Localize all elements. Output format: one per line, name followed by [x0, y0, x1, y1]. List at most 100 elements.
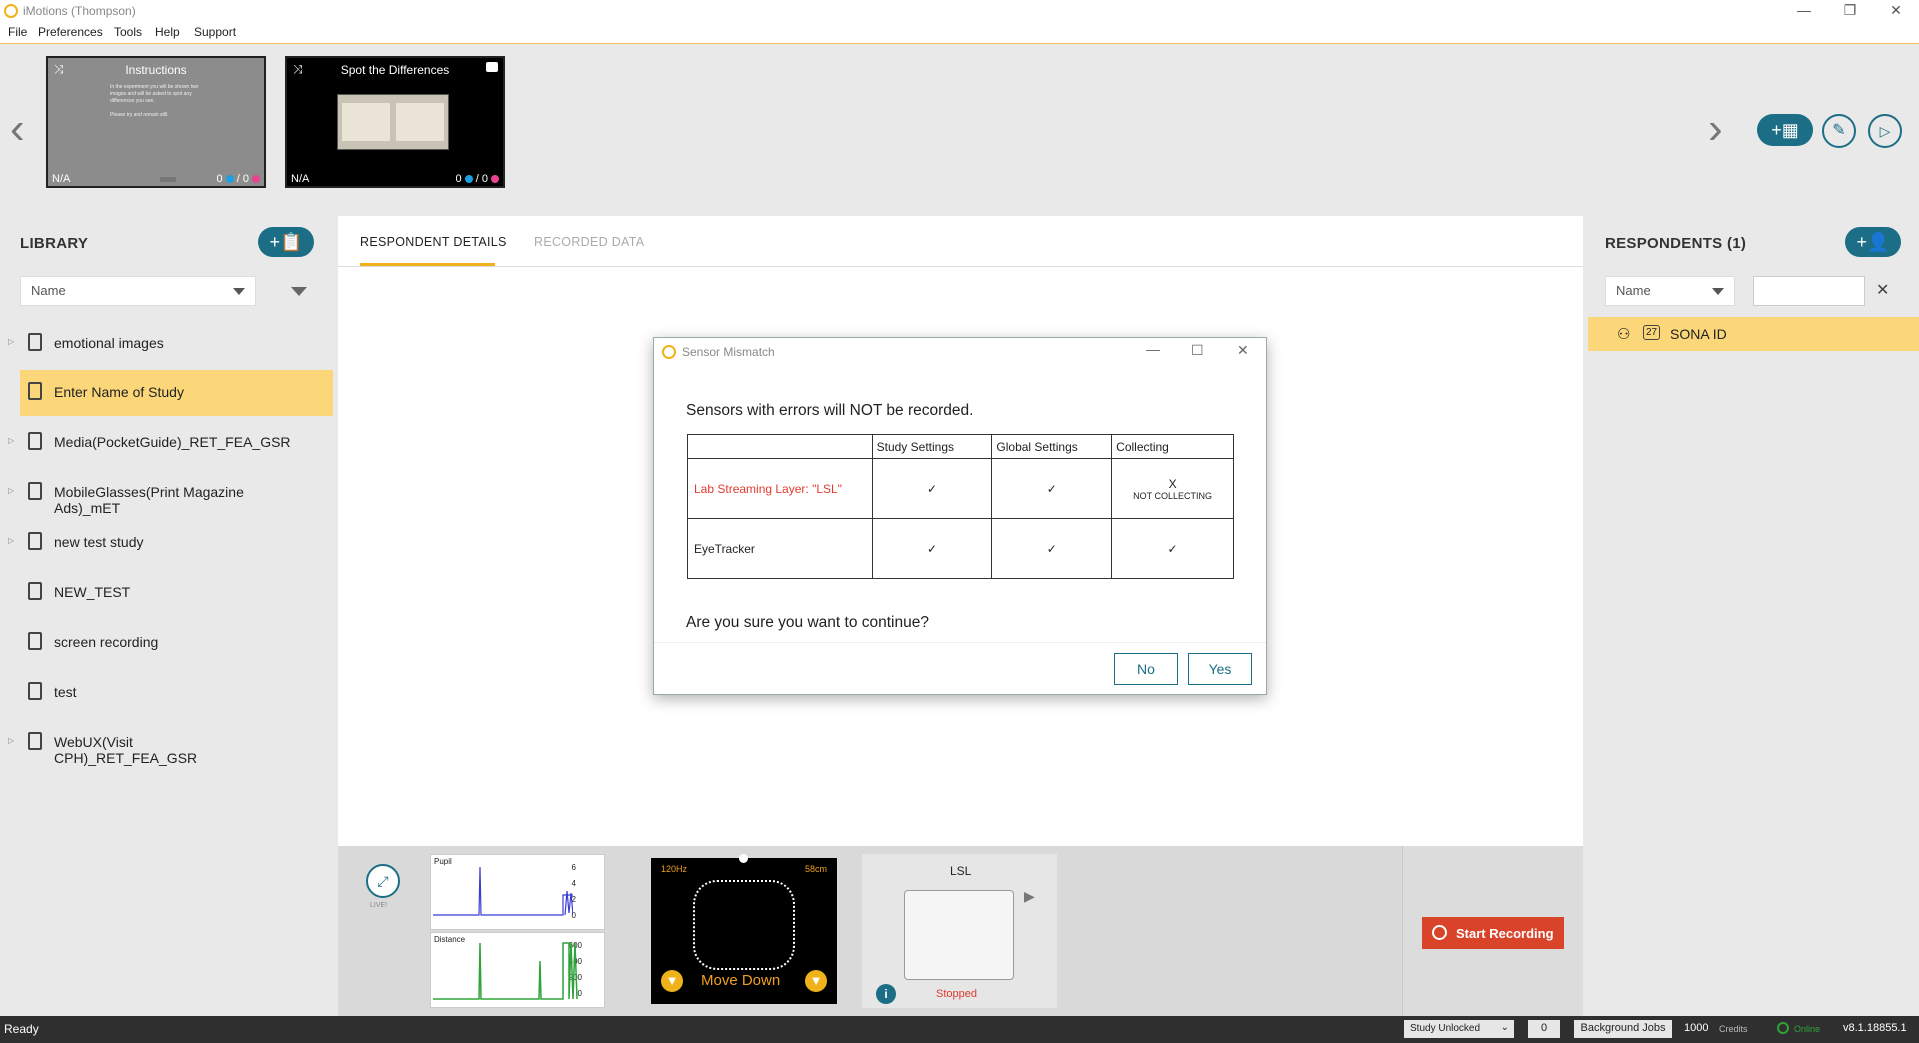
respondent-row[interactable]: ⚇ 27 SONA ID — [1588, 317, 1919, 351]
add-stimulus-button[interactable]: +▦ — [1757, 114, 1813, 146]
eye-distance: 58cm — [804, 864, 827, 874]
next-arrow-icon[interactable]: › — [1708, 104, 1723, 154]
expand-live-icon[interactable]: ⤢ — [366, 864, 400, 898]
count-b: 0 — [242, 173, 249, 185]
clipboard-icon — [28, 682, 42, 700]
column-header: Study Settings — [871, 434, 993, 459]
head-box-icon — [693, 880, 795, 970]
library-item-label: MobileGlasses(Print Magazine Ads)_mET — [54, 484, 244, 516]
restore-button[interactable]: ❐ — [1827, 0, 1873, 22]
play-icon[interactable]: ▷ — [1868, 114, 1902, 148]
preview-picture-right — [396, 103, 444, 141]
menu-help[interactable]: Help — [155, 25, 180, 39]
count-sep: / — [236, 173, 240, 185]
info-icon[interactable]: i — [876, 984, 896, 1004]
sensor-table: Study Settings Global Settings Collectin… — [687, 434, 1234, 579]
count-b: 0 — [481, 173, 488, 185]
live-label: LIVE! — [370, 902, 388, 909]
dialog-question: Are you sure you want to continue? — [686, 614, 929, 631]
sort-direction-icon[interactable] — [291, 287, 307, 296]
dialog-minimize-button[interactable]: — — [1146, 341, 1160, 357]
study-state-value: Study Unlocked — [1410, 1023, 1481, 1034]
menu-file[interactable]: File — [8, 25, 27, 39]
status-text: Ready — [4, 1022, 39, 1036]
preview-line: In the experiment you will be shown two — [110, 84, 199, 90]
slide-na-label: N/A — [291, 173, 310, 185]
eye-rate: 120Hz — [661, 864, 688, 874]
library-item[interactable]: screen recording — [0, 620, 272, 666]
no-button[interactable]: No — [1114, 653, 1178, 685]
expand-arrow-icon[interactable]: ▷ — [8, 436, 14, 445]
expand-arrow-icon[interactable]: ▷ — [8, 536, 14, 545]
library-item[interactable]: ▷ MobileGlasses(Print Magazine Ads)_mET — [0, 470, 272, 516]
edit-icon[interactable]: ✎ — [1822, 114, 1856, 148]
library-item-selected[interactable]: Enter Name of Study — [20, 370, 333, 416]
chevron-down-icon — [233, 288, 245, 295]
library-item-label: Media(PocketGuide)_RET_FEA_GSR — [54, 434, 291, 450]
clipboard-icon — [28, 532, 42, 550]
previous-arrow-icon[interactable]: ‹ — [10, 104, 25, 154]
clear-search-icon[interactable]: ✕ — [1876, 280, 1889, 300]
expand-arrow-icon[interactable]: ▷ — [8, 337, 14, 346]
dialog-titlebar: Sensor Mismatch — ☐ ✕ — [654, 338, 1266, 366]
add-respondent-button[interactable]: +👤 — [1845, 227, 1901, 257]
count-a: 0 — [455, 173, 462, 185]
add-study-button[interactable]: +📋 — [258, 227, 314, 257]
slide-spot-differences[interactable]: ⤨ Spot the Differences N/A 0 / 0 — [285, 56, 505, 188]
collecting-cell: X NOT COLLECTING — [1111, 458, 1234, 519]
expand-arrow-icon[interactable]: ▷ — [8, 736, 14, 745]
yes-button[interactable]: Yes — [1188, 653, 1252, 685]
pupil-chart: Pupil 6 4 2 0 — [430, 854, 605, 930]
chevron-down-icon — [1712, 288, 1724, 295]
library-item[interactable]: ▷ emotional images — [0, 321, 272, 367]
library-item[interactable]: ▷ WebUX(Visit CPH)_RET_FEA_GSR — [0, 720, 272, 766]
distance-chart: Distance 600 400 200 0 — [430, 932, 605, 1008]
dialog-maximize-button[interactable]: ☐ — [1191, 342, 1204, 359]
tab-recorded-data[interactable]: RECORDED DATA — [534, 235, 644, 249]
app-logo-icon — [4, 4, 18, 18]
start-recording-label: Start Recording — [1456, 926, 1554, 941]
library-item[interactable]: NEW_TEST — [0, 570, 272, 616]
library-item[interactable]: ▷ Media(PocketGuide)_RET_FEA_GSR — [0, 420, 291, 466]
respondents-heading: RESPONDENTS (1) — [1605, 235, 1747, 252]
active-tab-indicator — [360, 263, 495, 266]
credits-count: 1000 — [1684, 1022, 1709, 1034]
eye-dot-icon — [464, 175, 473, 184]
menu-tools[interactable]: Tools — [114, 25, 142, 39]
right-eye-icon: ▼ — [805, 970, 827, 992]
online-label: Online — [1794, 1024, 1821, 1034]
eye-dot-icon — [225, 175, 234, 184]
sensor-bar: ⤢ LIVE! Pupil 6 4 2 0 Distance 600 400 2… — [338, 846, 1583, 1016]
left-eye-icon: ▼ — [661, 970, 683, 992]
select-value: Name — [31, 283, 66, 298]
respondent-age-badge: 27 — [1643, 325, 1661, 340]
respondent-sort-select[interactable]: Name — [1605, 276, 1735, 306]
menu-support[interactable]: Support — [194, 25, 236, 39]
expand-arrow-icon[interactable]: ▷ — [8, 486, 14, 495]
minimize-button[interactable]: — — [1781, 0, 1827, 22]
slide-instructions[interactable]: ⤨ Instructions In the experiment you wil… — [46, 56, 266, 188]
preview-picture-left — [342, 103, 390, 141]
library-item[interactable]: test — [0, 670, 272, 716]
menu-preferences[interactable]: Preferences — [38, 25, 103, 39]
column-header: Collecting — [1111, 434, 1234, 459]
lsl-play-icon[interactable]: ▶ — [1024, 888, 1035, 905]
library-item[interactable]: ▷ new test study — [0, 520, 272, 566]
start-recording-button[interactable]: Start Recording — [1422, 917, 1564, 949]
study-state-select[interactable]: Study Unlocked ⌄ — [1404, 1020, 1514, 1038]
respondent-search-input[interactable] — [1753, 276, 1865, 306]
window-title: iMotions (Thompson) — [23, 4, 136, 18]
background-jobs-button[interactable]: Background Jobs — [1574, 1020, 1672, 1038]
clipboard-icon — [28, 732, 42, 750]
library-sort-select[interactable]: Name — [20, 276, 256, 306]
lsl-title: LSL — [950, 864, 972, 878]
credits-label: Credits — [1719, 1024, 1748, 1034]
close-window-button[interactable]: ✕ — [1873, 0, 1919, 22]
global-settings-check: ✓ — [991, 458, 1113, 519]
dialog-close-button[interactable]: ✕ — [1237, 342, 1249, 359]
tab-respondent-details[interactable]: RESPONDENT DETAILS — [360, 235, 507, 249]
study-settings-check: ✓ — [871, 458, 993, 519]
column-header — [687, 434, 873, 459]
slide-preview-text: In the experiment you will be shown two … — [110, 84, 220, 119]
clipboard-icon — [28, 432, 42, 450]
